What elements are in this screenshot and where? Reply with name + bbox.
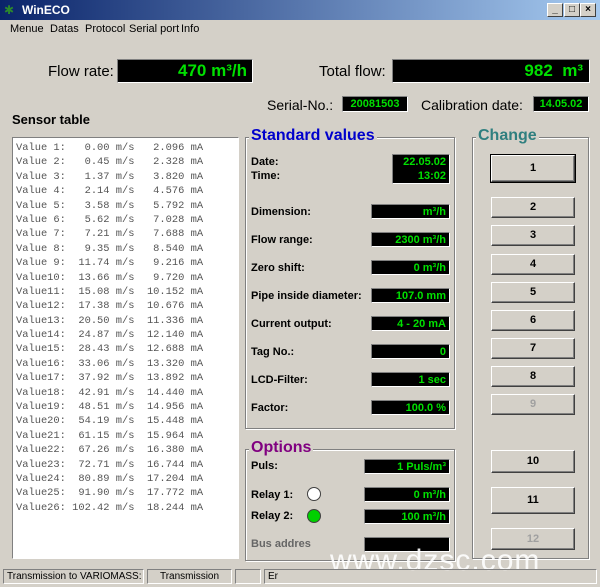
serial-label: Serial-No.: [267,97,334,113]
sensor-row: Value21: 61.15 m/s 15.964 mA [16,429,204,442]
change-button-8[interactable]: 8 [491,366,575,387]
menu-datas[interactable]: Datas [50,23,79,35]
change-button-10[interactable]: 10 [491,450,575,473]
dimension-label: Dimension: [251,206,311,218]
sensor-row: Value12: 17.38 m/s 10.676 mA [16,300,204,313]
relay1-label: Relay 1: [251,489,294,501]
title-bar: ✱ WinECO _ □ × [0,0,600,20]
calibration-display: 14.05.02 [533,96,589,112]
change-button-7[interactable]: 7 [491,338,575,359]
bus-address-label: Bus addres [251,538,311,550]
time-label: Time: [251,170,281,182]
pipe-diameter-label: Pipe inside diameter: [251,290,362,302]
sensor-row: Value16: 33.06 m/s 13.320 mA [16,357,204,370]
wineco-app-icon: ✱ [4,3,15,17]
window-title: WinECO [22,3,70,17]
sensor-row: Value18: 42.91 m/s 14.440 mA [16,386,204,399]
sensor-row: Value 7: 7.21 m/s 7.688 mA [16,228,204,241]
tag-no-display: 0 [371,344,450,359]
tag-no-label: Tag No.: [251,346,295,358]
minimize-button[interactable]: _ [547,3,563,17]
sensor-row: Value10: 13.66 m/s 9.720 mA [16,271,204,284]
serial-display: 20081503 [342,96,408,112]
relay1-display: 0 m³/h [364,487,450,502]
menu-info[interactable]: Info [181,23,199,35]
time-value: 13:02 [417,170,446,182]
sensor-row: Value23: 72.71 m/s 16.744 mA [16,458,204,471]
sensor-row: Value26: 102.42 m/s 18.244 mA [16,501,204,514]
change-button-11[interactable]: 11 [491,487,575,514]
sensor-row: Value22: 67.26 m/s 16.380 mA [16,444,204,457]
change-button-6[interactable]: 6 [491,310,575,331]
menu-menue[interactable]: Menue [10,23,44,35]
total-flow-label: Total flow: [319,63,386,80]
puls-label: Puls: [251,460,278,472]
close-button[interactable]: × [580,3,596,17]
relay1-indicator-icon [307,487,321,501]
zero-shift-display: 0 m³/h [371,260,450,275]
sensor-row: Value17: 37.92 m/s 13.892 mA [16,372,204,385]
sensor-table-title: Sensor table [12,112,91,127]
current-output-label: Current output: [251,318,332,330]
sensor-row: Value 3: 1.37 m/s 3.820 mA [16,170,204,183]
flow-rate-label: Flow rate: [48,63,114,80]
change-button-3[interactable]: 3 [491,225,575,246]
relay2-label: Relay 2: [251,510,294,522]
pipe-diameter-display: 107.0 mm [371,288,450,303]
menu-bar: Menue Datas Protocol Serial port Info [0,20,600,40]
sensor-row: Value13: 20.50 m/s 11.336 mA [16,314,204,327]
sensor-row: Value 1: 0.00 m/s 2.096 mA [16,142,204,154]
date-time-display: 22.05.02 13:02 [392,154,450,184]
sensor-row: Value20: 54.19 m/s 15.448 mA [16,415,204,428]
status-indicator [235,569,261,584]
sensor-row: Value 6: 5.62 m/s 7.028 mA [16,213,204,226]
status-transmission-label: Transmission to VARIOMASS: [3,569,144,584]
status-message: Er [264,569,597,584]
flow-range-display: 2300 m³/h [371,232,450,247]
sensor-row: Value 2: 0.45 m/s 2.328 mA [16,156,204,169]
sensor-row: Value19: 48.51 m/s 14.956 mA [16,401,204,414]
options-title: Options [249,439,314,457]
current-output-display: 4 - 20 mA [371,316,450,331]
change-button-2[interactable]: 2 [491,197,575,218]
sensor-row: Value25: 91.90 m/s 17.772 mA [16,487,204,500]
status-bar: Transmission to VARIOMASS: Transmission … [0,566,600,587]
change-button-4[interactable]: 4 [491,254,575,275]
total-flow-display: 982 m³ [392,59,590,83]
sensor-row: Value14: 24.87 m/s 12.140 mA [16,329,204,342]
change-title: Change [476,127,539,145]
zero-shift-label: Zero shift: [251,262,305,274]
standard-values-title: Standard values [249,127,377,145]
dimension-display: m³/h [371,204,450,219]
maximize-button[interactable]: □ [564,3,580,17]
lcd-filter-label: LCD-Filter: [251,374,308,386]
sensor-row: Value 5: 3.58 m/s 5.792 mA [16,199,204,212]
change-button-9[interactable]: 9 [491,394,575,415]
sensor-row: Value 9: 11.74 m/s 9.216 mA [16,257,204,270]
puls-display: 1 Puls/m³ [364,459,450,474]
sensor-row: Value 8: 9.35 m/s 8.540 mA [16,242,204,255]
sensor-row: Value11: 15.08 m/s 10.152 mA [16,285,204,298]
factor-label: Factor: [251,402,289,414]
factor-display: 100.0 % [371,400,450,415]
change-button-1[interactable]: 1 [490,154,576,183]
lcd-filter-display: 1 sec [371,372,450,387]
relay2-indicator-icon [307,509,321,523]
menu-protocol[interactable]: Protocol [85,23,125,35]
flow-range-label: Flow range: [251,234,313,246]
sensor-table-list[interactable]: Value 1: 0.00 m/s 2.096 mA Value 2: 0.45… [12,137,239,559]
date-label: Date: [251,156,279,168]
sensor-row: Value24: 80.89 m/s 17.204 mA [16,472,204,485]
relay2-display: 100 m³/h [364,509,450,524]
sensor-row: Value 4: 2.14 m/s 4.576 mA [16,185,204,198]
menu-serial-port[interactable]: Serial port [129,23,179,35]
sensor-row: Value15: 28.43 m/s 12.688 mA [16,343,204,356]
calibration-label: Calibration date: [421,97,523,113]
status-transmission-state: Transmission [147,569,232,584]
flow-rate-display: 470 m³/h [117,59,253,83]
date-value: 22.05.02 [403,156,446,168]
change-button-5[interactable]: 5 [491,282,575,303]
